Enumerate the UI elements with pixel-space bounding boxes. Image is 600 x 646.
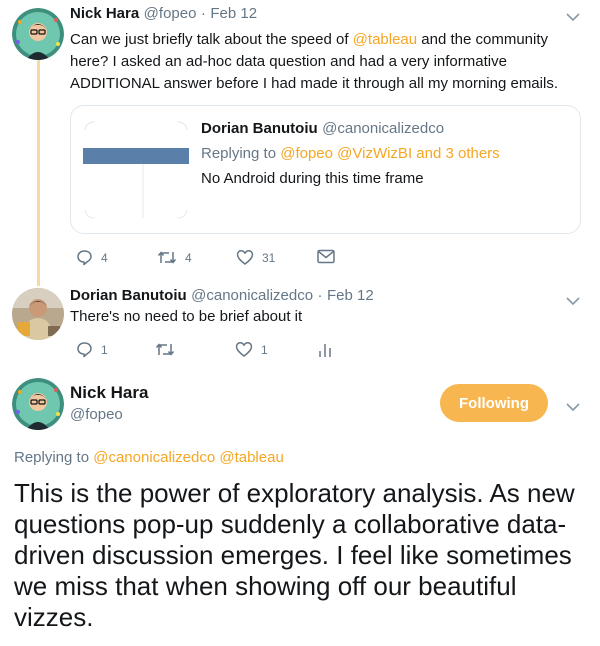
message-button[interactable] bbox=[317, 249, 335, 264]
chevron-down-icon[interactable] bbox=[566, 9, 580, 27]
retweet-button[interactable] bbox=[155, 341, 175, 358]
mention-link[interactable]: @tableau bbox=[353, 31, 417, 48]
following-button[interactable]: Following bbox=[440, 384, 548, 422]
replying-to-users[interactable]: @fopeo @VizWizBI bbox=[280, 145, 412, 162]
main-tweet-text: This is the power of exploratory analysi… bbox=[14, 478, 575, 632]
message-icon bbox=[317, 249, 335, 264]
chevron-down-icon[interactable] bbox=[566, 293, 580, 311]
thread-line bbox=[37, 58, 40, 286]
author-name[interactable]: Dorian Banutoiu bbox=[70, 287, 187, 304]
quoted-media-thumbnail bbox=[83, 120, 189, 220]
retweet-count: 4 bbox=[185, 250, 192, 265]
reply-icon bbox=[76, 249, 93, 266]
avatar[interactable] bbox=[12, 288, 64, 340]
replying-to-label: Replying to bbox=[201, 145, 277, 162]
like-button[interactable]: 31 bbox=[236, 249, 275, 266]
replying-to-others[interactable]: and 3 others bbox=[416, 145, 499, 162]
author-handle[interactable]: @canonicalizedco bbox=[191, 287, 313, 304]
tweet-date[interactable]: Feb 12 bbox=[327, 287, 374, 304]
analytics-icon bbox=[318, 341, 332, 358]
tweet-text: Can we just briefly talk about the speed… bbox=[70, 29, 582, 95]
quoted-tweet-text: No Android during this time frame bbox=[201, 170, 424, 187]
main-author-handle[interactable]: @fopeo bbox=[70, 406, 123, 423]
quoted-author-name[interactable]: Dorian Banutoiu bbox=[201, 120, 318, 137]
retweet-icon bbox=[157, 249, 177, 266]
replying-to-label: Replying to bbox=[14, 449, 90, 466]
reply-count: 4 bbox=[101, 250, 108, 265]
reply-button[interactable]: 4 bbox=[76, 249, 108, 266]
reply-button[interactable]: 1 bbox=[76, 341, 108, 358]
like-icon bbox=[236, 249, 254, 266]
tweet-text-part: Can we just briefly talk about the speed… bbox=[70, 31, 353, 48]
like-count: 31 bbox=[262, 250, 276, 265]
quoted-author-handle[interactable]: @canonicalizedco bbox=[322, 120, 444, 137]
tweet-date[interactable]: Feb 12 bbox=[210, 5, 257, 22]
retweet-icon bbox=[155, 341, 175, 358]
like-count: 1 bbox=[261, 342, 268, 357]
analytics-button[interactable] bbox=[318, 341, 332, 358]
separator: · bbox=[317, 287, 323, 304]
reply-icon bbox=[76, 341, 93, 358]
chevron-down-icon[interactable] bbox=[566, 399, 580, 417]
quoted-tweet-card[interactable]: Dorian Banutoiu @canonicalizedco Replyin… bbox=[70, 105, 581, 234]
reply-count: 1 bbox=[101, 342, 108, 357]
separator: · bbox=[200, 5, 206, 22]
avatar[interactable] bbox=[12, 378, 64, 430]
like-button[interactable]: 1 bbox=[235, 341, 268, 358]
tweet-text: There's no need to be brief about it bbox=[70, 308, 303, 325]
like-icon bbox=[235, 341, 253, 358]
avatar[interactable] bbox=[12, 8, 64, 60]
replying-to-users[interactable]: @canonicalizedco @tableau bbox=[93, 449, 284, 466]
main-author-name[interactable]: Nick Hara bbox=[70, 383, 148, 403]
author-handle[interactable]: @fopeo bbox=[144, 5, 197, 22]
author-name[interactable]: Nick Hara bbox=[70, 5, 139, 22]
retweet-button[interactable]: 4 bbox=[157, 249, 192, 266]
